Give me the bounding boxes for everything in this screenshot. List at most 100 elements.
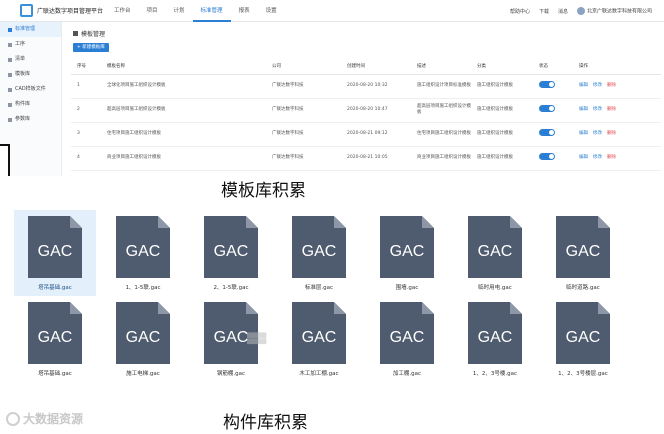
gac-file-icon: GAC [468,216,522,278]
sidebar-item-label: 标准管理 [15,26,36,32]
download-link[interactable]: 下载 [539,8,549,15]
gac-icon-label: GAC [126,243,161,260]
table-cell: 施工组织设计模板 [471,98,533,123]
app-logo-icon [20,4,33,17]
status-toggle[interactable] [539,81,555,88]
nav-item-project[interactable]: 项目 [139,0,166,22]
company-name: 北京广联达数字科技有限公司 [586,8,652,15]
file-item[interactable]: GAC 木工加工棚.gac [278,296,360,382]
actions-cell: 编辑 修改 删除 [573,74,661,99]
gac-file-icon: GAC [468,302,522,364]
modify-link[interactable]: 修改 [593,155,602,160]
file-item[interactable]: GAC 临时用电.gac [454,210,536,296]
edit-link[interactable]: 编辑 [579,131,588,136]
actions-cell: 编辑 修改 删除 [573,122,661,147]
status-cell [533,98,573,123]
table-cell: 广联达数字科技 [266,122,341,147]
sidebar-item-templates[interactable]: 模板库 [0,67,61,82]
column-header: 描述 [411,58,471,75]
status-cell [533,146,573,171]
sidebar-item-standards[interactable]: 标准管理 [0,22,61,37]
status-cell [533,74,573,99]
caption-component-library: 构件库积累 [223,413,308,433]
column-header: 模板名称 [101,58,266,75]
nav-item-workbench[interactable]: 工作台 [106,0,139,22]
user-menu[interactable]: 北京广联达数字科技有限公司 [576,7,652,15]
file-item[interactable]: GAC 加工棚.gac [366,296,448,382]
gac-file-icon: GAC [204,216,258,278]
file-name: 1、1-5联.gac [125,285,161,291]
delete-link[interactable]: 删除 [607,131,616,136]
file-item[interactable]: GAC 围墙.gac [366,210,448,296]
sidebar-item-label: 参数库 [15,116,31,122]
status-toggle[interactable] [539,105,555,112]
nav-item-settings[interactable]: 设置 [258,0,285,22]
file-item[interactable]: GAC 施工电梯.gac [102,296,184,382]
modify-link[interactable]: 修改 [593,83,602,88]
file-item[interactable]: GAC 塔吊基础.gac [14,296,96,382]
messages-link[interactable]: 消息 [558,8,568,15]
table-cell: 施工组织设计模板 [471,122,533,147]
delete-link[interactable]: 删除 [607,155,616,160]
sidebar-item-process[interactable]: 工序 [0,37,61,52]
file-item[interactable]: GAC 临时道路.gac [542,210,624,296]
gac-file-icon: GAC [28,216,82,278]
sidebar-item-label: 工序 [15,41,26,47]
gac-icon-label: GAC [566,243,601,260]
nav-item-plan[interactable]: 计划 [166,0,193,22]
gac-icon-label: GAC [478,243,513,260]
template-table: 序号 模板名称 公司 创建时间 描述 分类 状态 操作 1 全球化项目施工组织设计… [71,58,661,171]
modify-link[interactable]: 修改 [593,131,602,136]
nav-item-reports[interactable]: 报表 [231,0,258,22]
add-template-button[interactable]: + 新建模板库 [73,43,109,52]
table-cell: 1 [71,74,101,99]
file-item[interactable]: GAC 标准层.gac [278,210,360,296]
list-icon [8,42,12,47]
top-bar: 广联达数字项目管理平台 工作台 项目 计划 标准管理 报表 设置 帮助中心 下载… [0,0,664,22]
table-cell: 施工组织设计模板 [471,146,533,171]
sidebar-item-inventory[interactable]: 清单 [0,52,61,67]
help-link[interactable]: 帮助中心 [510,8,530,15]
edit-link[interactable]: 编辑 [579,155,588,160]
table-cell: 广联达数字科技 [266,146,341,171]
top-right-tools: 帮助中心 下载 消息 北京广联达数字科技有限公司 [510,0,652,22]
status-toggle[interactable] [539,129,555,136]
file-item[interactable]: GAC 1、2、3号楼层.gac [542,296,624,382]
delete-link[interactable]: 删除 [607,107,616,112]
gac-icon-label: GAC [214,243,249,260]
app-screenshot: 广联达数字项目管理平台 工作台 项目 计划 标准管理 报表 设置 帮助中心 下载… [0,0,664,176]
file-item[interactable]: GAC 1、1-5联.gac [102,210,184,296]
edit-link[interactable]: 编辑 [579,83,588,88]
section-title-text: 模板管理 [81,31,106,38]
sliders-icon [8,117,12,122]
actions-cell: 编辑 修改 删除 [573,146,661,171]
gac-file-icon: GAC [28,302,82,364]
table-cell: 商业项目施工组织设计模板 [411,146,471,171]
gac-file-icon: GAC [380,216,434,278]
file-item[interactable]: GAC 1、2、3号楼.gac [454,296,536,382]
small-watermark: ▒▒▒▒▒ ▒▒▒▒▒ [247,333,267,345]
sidebar-item-params[interactable]: 参数库 [0,112,61,127]
column-header: 创建时间 [341,58,411,75]
gac-file-icon: GAC [380,302,434,364]
edit-link[interactable]: 编辑 [579,107,588,112]
watermark-text: 大数据资源 [23,412,84,426]
nav-item-standards[interactable]: 标准管理 [192,0,231,22]
gac-icon-label: GAC [302,329,337,346]
file-item[interactable]: GAC 塔吊基础.gac [14,210,96,296]
table-cell: 2 [71,98,101,123]
gac-file-icon: GAC [556,216,610,278]
actions-cell: 编辑 修改 删除 [573,98,661,123]
file-item[interactable]: GAC 2、1-5联.gac [190,210,272,296]
status-toggle[interactable] [539,153,555,160]
sidebar-item-cad[interactable]: CAD样板文件 [0,82,61,97]
file-name: 2、1-5联.gac [213,285,249,291]
file-name: 木工加工棚.gac [299,371,339,377]
delete-link[interactable]: 删除 [607,83,616,88]
table-header-row: 序号 模板名称 公司 创建时间 描述 分类 状态 操作 [71,58,661,75]
sidebar-item-components[interactable]: 构件库 [0,97,61,112]
cube-icon [8,102,12,107]
file-name: 塔吊基础.gac [38,285,72,291]
template-icon [8,72,12,77]
modify-link[interactable]: 修改 [593,107,602,112]
